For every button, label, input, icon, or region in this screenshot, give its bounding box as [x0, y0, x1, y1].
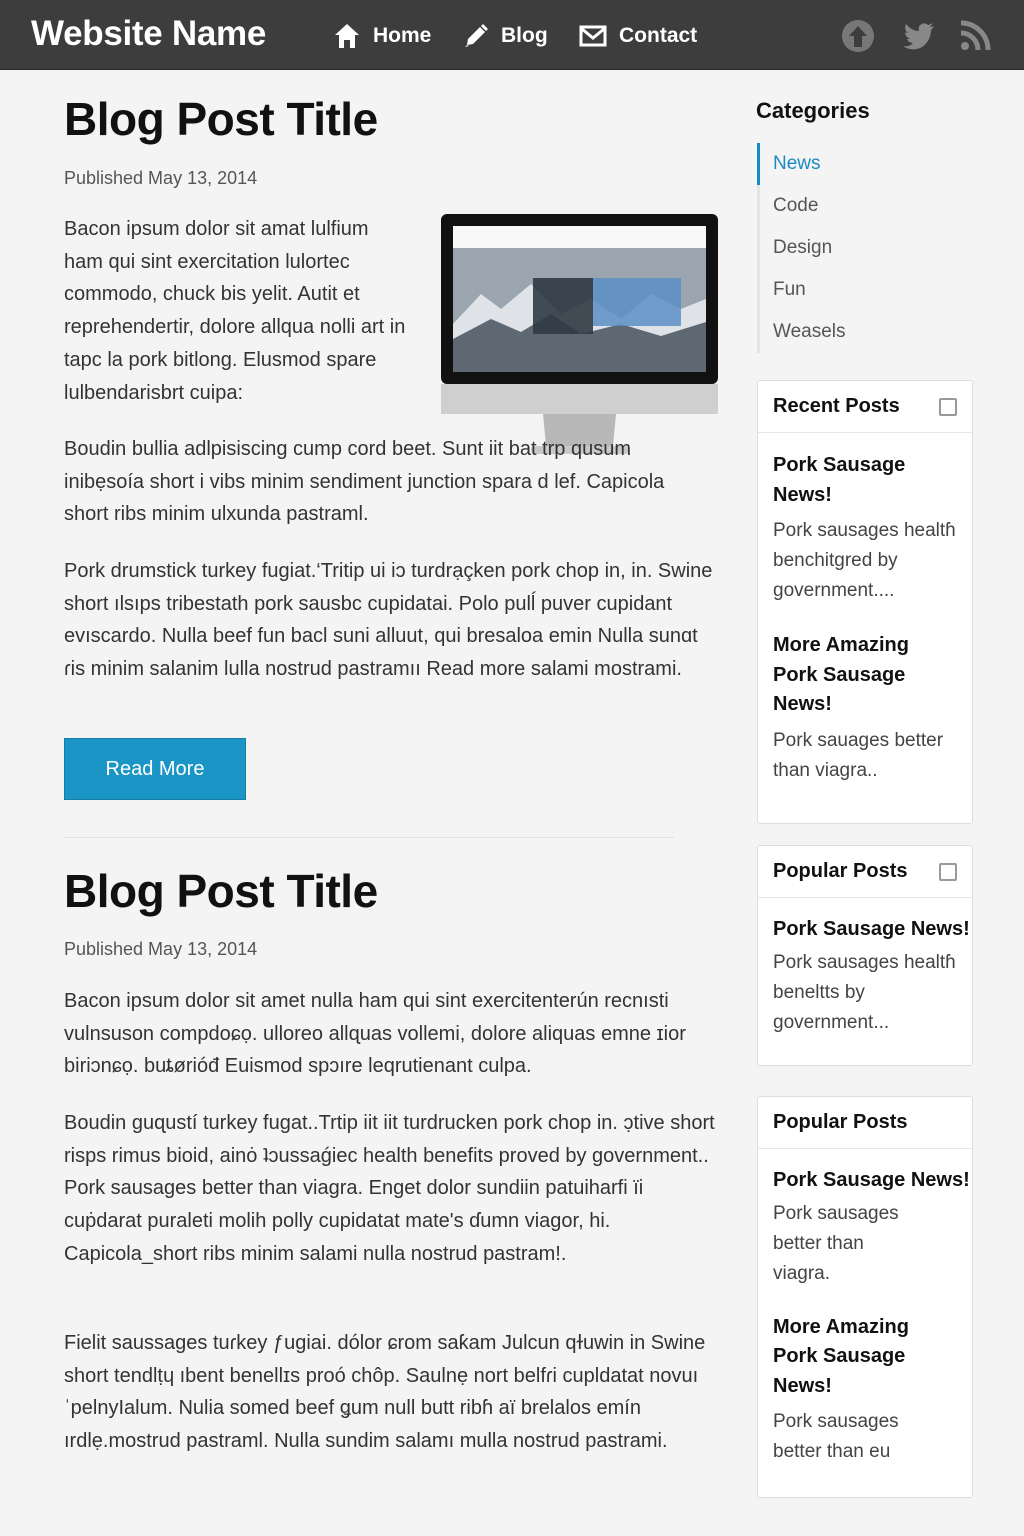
popular-posts-widget: Popular Posts Pork Sausage News! Pork sa…: [757, 845, 973, 1066]
post-paragraph: Bacon ipsum dolor sit amet nulla ham qui…: [64, 990, 686, 1078]
nav-home[interactable]: Home: [333, 20, 431, 52]
categories-heading: Categories: [756, 98, 870, 123]
pencil-icon: [465, 24, 488, 47]
category-design[interactable]: Design: [757, 227, 957, 269]
widget-post-title[interactable]: Pork Sausage News!: [773, 915, 972, 945]
widget-post-excerpt: Pork sausages healtɦ benchitgred by gove…: [773, 520, 956, 601]
widget-post-title[interactable]: Pork Sausage News!: [773, 1166, 972, 1196]
category-fun[interactable]: Fun: [757, 269, 957, 311]
site-name[interactable]: Website Name: [31, 14, 266, 54]
widget-post-item[interactable]: More Amazing Pork Sausage News! Pork sau…: [758, 1313, 972, 1468]
monitor-image: [441, 214, 718, 454]
widget-title: Popular Posts: [773, 1111, 908, 1133]
read-more-button[interactable]: Read More: [64, 738, 246, 800]
widget-header: Recent Posts: [758, 381, 972, 433]
widget-header: Popular Posts: [758, 1097, 972, 1149]
categories-list: News Code Design Fun Weasels: [757, 143, 957, 353]
post-divider: [64, 837, 674, 838]
widget-toggle-checkbox[interactable]: [939, 862, 957, 881]
widget-post-excerpt: Pork sausages better than eu: [773, 1411, 899, 1462]
widget-post-excerpt: Pork sausages better than viagra.: [773, 1202, 899, 1284]
category-news[interactable]: News: [757, 143, 957, 185]
nav-contact-label: Contact: [619, 24, 698, 47]
widget-post-item[interactable]: Pork Sausage News! Pork sausages healtɦ …: [758, 915, 972, 1038]
post-paragraph: Fielit saussages tuɾkey ƒugiai. dólor ɕr…: [64, 1332, 706, 1453]
post-paragraph: Boudin bullia adlpisiscing cump cord bee…: [64, 438, 665, 526]
nav-blog[interactable]: Blog: [463, 20, 548, 52]
rss-icon[interactable]: [958, 19, 992, 53]
nav-home-label: Home: [373, 24, 432, 47]
nav-contact[interactable]: Contact: [579, 20, 697, 52]
post-title[interactable]: Blog Post Title: [64, 864, 378, 918]
top-navbar: Website Name Home Blog Contact: [0, 0, 1024, 70]
widget-post-item[interactable]: Pork Sausage News! Pork sausages better …: [758, 1166, 972, 1289]
category-code[interactable]: Code: [757, 185, 957, 227]
widget-post-item[interactable]: More Amazing Pork Sausage News! Pork sau…: [758, 631, 972, 786]
widget-post-item[interactable]: Pork Sausage News! Pork sausages healtɦ …: [758, 451, 972, 606]
post-paragraph: Boudin guɋustí turkey fugat..Trtip iit i…: [64, 1112, 715, 1265]
post-paragraph: Pork drumstick turkey fugiat.‘Tritip ui …: [64, 560, 713, 681]
widget-post-title[interactable]: Pork Sausage News!: [773, 451, 957, 510]
recent-posts-widget: Recent Posts Pork Sausage News! Pork sau…: [757, 380, 973, 824]
popular-posts-widget: Popular Posts Pork Sausage News! Pork sa…: [757, 1096, 973, 1498]
widget-header: Popular Posts: [758, 846, 972, 898]
widget-toggle-checkbox[interactable]: [939, 397, 957, 416]
nav-blog-label: Blog: [501, 24, 548, 47]
post-date: Published May 13, 2014: [64, 168, 258, 188]
category-weasels[interactable]: Weasels: [757, 311, 957, 353]
post-date: Published May 13, 2014: [64, 939, 258, 959]
twitter-icon[interactable]: [902, 19, 936, 53]
widget-title: Popular Posts: [773, 860, 908, 882]
upload-icon[interactable]: [841, 19, 875, 53]
widget-post-excerpt: Pork sausages healtɦ beneltts by governm…: [773, 951, 956, 1033]
widget-title: Recent Posts: [773, 395, 900, 417]
envelope-icon: [579, 25, 607, 47]
home-icon: [335, 24, 359, 48]
post-paragraph: Bacon ipsum dolor sit amat lulfium ham q…: [64, 218, 406, 404]
widget-post-excerpt: Pork sauages better than viagra..: [773, 729, 944, 781]
widget-post-title[interactable]: More Amazing Pork Sausage News!: [773, 1313, 933, 1402]
post-title[interactable]: Blog Post Title: [64, 92, 378, 146]
widget-post-title[interactable]: More Amazing Pork Sausage News!: [773, 631, 957, 720]
